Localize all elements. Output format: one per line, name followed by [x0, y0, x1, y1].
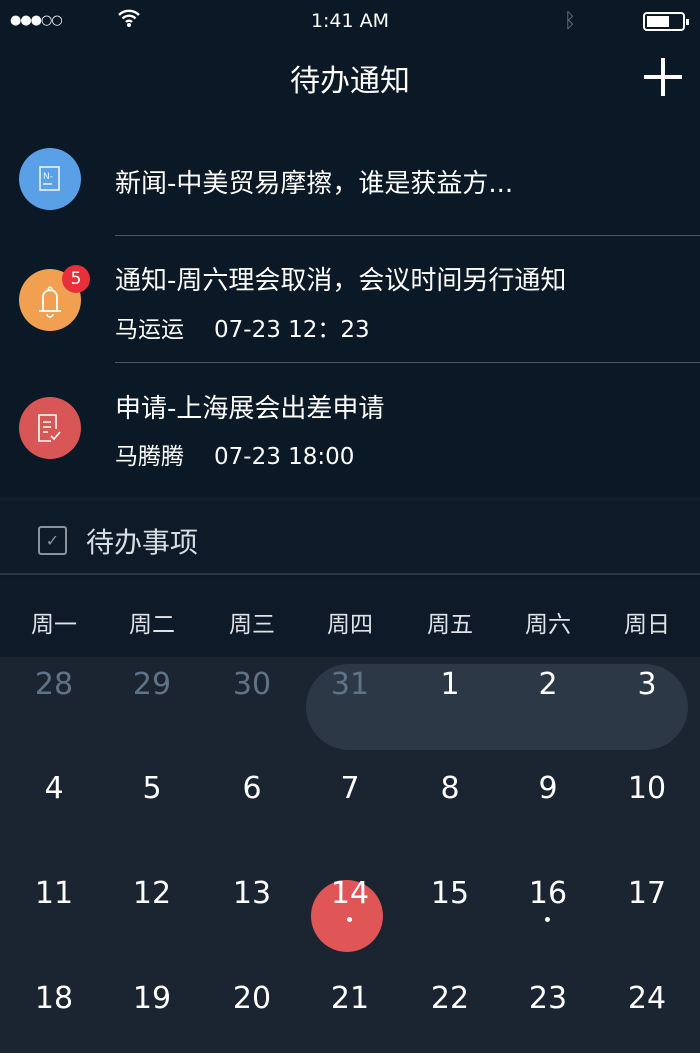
calendar-day[interactable]: 21 — [310, 981, 390, 1016]
calendar-day[interactable]: 10 — [607, 771, 687, 806]
calendar-day[interactable]: 22 — [410, 981, 490, 1016]
bluetooth-icon: ᛒ — [564, 8, 576, 32]
event-dot — [545, 917, 550, 922]
calendar-day[interactable]: 14 — [310, 876, 390, 911]
svg-text:N-: N- — [43, 172, 53, 182]
calendar-day[interactable]: 11 — [14, 876, 94, 911]
weekday-label: 周四 — [327, 612, 373, 638]
calendar-day[interactable]: 3 — [607, 667, 687, 702]
checkbox-icon: ✓ — [38, 526, 67, 555]
calendar-day[interactable]: 1 — [410, 667, 490, 702]
calendar-day[interactable]: 23 — [508, 981, 588, 1016]
notification-time: 07-23 12：23 — [214, 317, 370, 343]
status-bar: ●●●○○ 1:41 AM ᛒ — [0, 0, 700, 44]
page-title: 待办通知 — [290, 64, 410, 99]
calendar-day[interactable]: 8 — [410, 771, 490, 806]
calendar-day[interactable]: 6 — [212, 771, 292, 806]
calendar-day[interactable]: 16 — [508, 876, 588, 911]
notification-author: 马运运 — [115, 317, 184, 343]
calendar-day[interactable]: 30 — [212, 667, 292, 702]
calendar-day[interactable]: 2 — [508, 667, 588, 702]
calendar: 周一 周二 周三 周四 周五 周六 周日 28 29 30 31 1 2 3 4 5 6 7 8 9 10 11 12 13… — [0, 577, 700, 1053]
calendar-day[interactable]: 13 — [212, 876, 292, 911]
weekday-label: 周二 — [129, 612, 175, 638]
todo-label: 待办事项 — [86, 526, 199, 559]
notification-author: 马腾腾 — [115, 444, 184, 470]
weekday-label: 周五 — [427, 612, 473, 638]
calendar-day[interactable]: 4 — [14, 771, 94, 806]
calendar-day[interactable]: 5 — [112, 771, 192, 806]
weekday-label: 周日 — [624, 612, 670, 638]
weekday-label: 周六 — [525, 612, 571, 638]
calendar-day[interactable]: 15 — [410, 876, 490, 911]
calendar-day[interactable]: 31 — [310, 667, 390, 702]
news-icon: N- — [19, 148, 81, 210]
notification-title: 新闻-中美贸易摩擦，谁是获益方... — [115, 169, 514, 199]
notification-title: 通知-周六理会取消，会议时间另行通知 — [115, 266, 567, 296]
calendar-day[interactable]: 19 — [112, 981, 192, 1016]
calendar-day[interactable]: 20 — [212, 981, 292, 1016]
calendar-day[interactable]: 9 — [508, 771, 588, 806]
unread-badge: 5 — [62, 265, 90, 293]
document-check-icon — [19, 397, 81, 459]
calendar-day[interactable]: 18 — [14, 981, 94, 1016]
plus-icon[interactable] — [644, 58, 682, 96]
clock: 1:41 AM — [310, 10, 390, 32]
calendar-day[interactable]: 28 — [14, 667, 94, 702]
calendar-day[interactable]: 12 — [112, 876, 192, 911]
todo-section[interactable]: ✓ 待办事项 — [0, 497, 700, 575]
notification-time: 07-23 18:00 — [214, 444, 355, 470]
battery-icon — [643, 12, 689, 31]
divider — [115, 362, 700, 363]
notification-title: 申请-上海展会出差申请 — [115, 394, 385, 424]
calendar-day[interactable]: 7 — [310, 771, 390, 806]
event-dot — [347, 917, 352, 922]
weekday-header: 周一 周二 周三 周四 周五 周六 周日 — [0, 577, 700, 657]
calendar-day[interactable]: 17 — [607, 876, 687, 911]
calendar-day[interactable]: 29 — [112, 667, 192, 702]
weekday-label: 周三 — [229, 612, 275, 638]
calendar-day[interactable]: 24 — [607, 981, 687, 1016]
divider — [115, 235, 700, 236]
weekday-label: 周一 — [31, 612, 77, 638]
